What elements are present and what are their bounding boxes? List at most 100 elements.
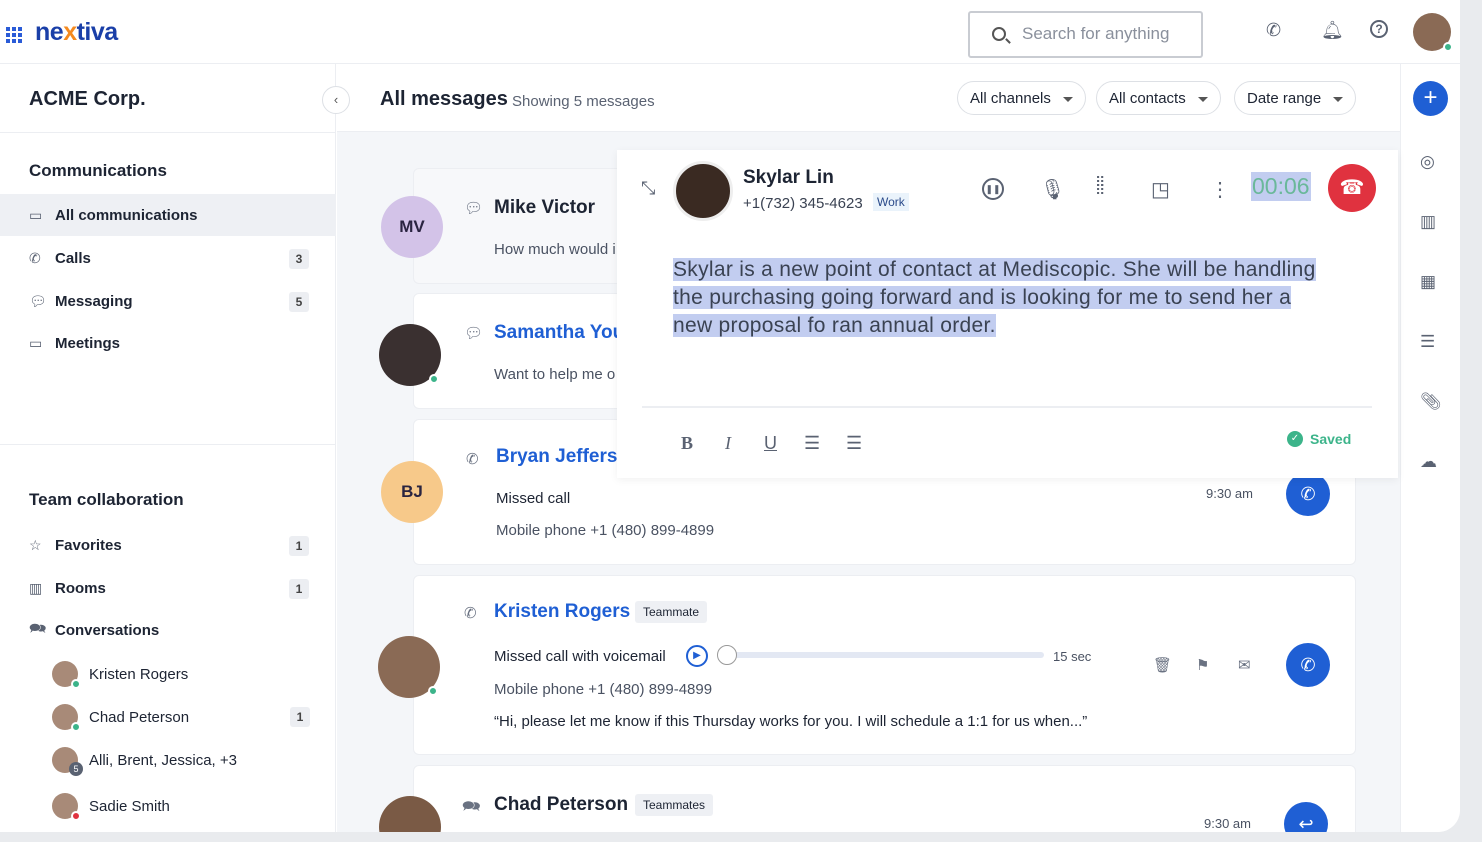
checklist-icon[interactable]: ☰ xyxy=(1420,332,1435,352)
conversations-icon: 🗪︎ xyxy=(462,798,481,815)
phone-icon: ✆ xyxy=(466,451,479,468)
collapse-sidebar-button[interactable]: ‹ xyxy=(322,86,350,114)
mark-read-icon[interactable]: ✉ xyxy=(1238,656,1251,674)
phone-icon: ✆ xyxy=(29,249,41,266)
hang-up-button[interactable]: ☎ xyxy=(1328,164,1376,212)
contact-icon[interactable]: ◎ xyxy=(1420,152,1435,172)
caller-avatar xyxy=(673,161,733,221)
message-card[interactable]: ✆ Kristen Rogers Teammate Missed call wi… xyxy=(413,575,1356,755)
date-range-filter[interactable]: Date range xyxy=(1234,81,1357,115)
message-preview: How much would i xyxy=(494,241,616,258)
contacts-filter[interactable]: All contacts xyxy=(1096,81,1221,115)
conversations-icon: 🗪︎ xyxy=(29,620,47,636)
user-avatar[interactable] xyxy=(1413,13,1453,52)
contact-name[interactable]: Kristen Rogers xyxy=(494,601,630,623)
active-call-panel: ⤡ Skylar Lin +1(732) 345-4623 Work ❚❚ 🎙︎… xyxy=(617,150,1398,478)
contact-name[interactable]: Chad Peterson xyxy=(494,794,628,816)
saved-status: Saved xyxy=(1310,431,1352,447)
italic-button[interactable]: I xyxy=(725,433,731,454)
flag-icon[interactable]: ⚑ xyxy=(1196,656,1209,674)
call-back-button[interactable]: ✆ xyxy=(1286,643,1330,687)
inbox-icon: ▭ xyxy=(29,206,43,223)
chat-icon: 💬︎ xyxy=(464,325,484,342)
call-timer: 00:06 xyxy=(1251,172,1311,201)
building-icon: ▥ xyxy=(29,579,43,596)
attachment-icon[interactable]: 📎︎ xyxy=(1420,392,1442,412)
sidebar-item-messaging[interactable]: 💬︎ Messaging 5 xyxy=(0,280,336,322)
phone-detail: Mobile phone +1 (480) 899-4899 xyxy=(496,522,715,539)
chat-icon: 💬︎ xyxy=(464,200,484,217)
more-options-button[interactable]: ⋮ xyxy=(1210,177,1230,202)
sidebar-item-meetings[interactable]: ▭ Meetings xyxy=(0,322,336,364)
caller-phone: +1(732) 345-4623 xyxy=(743,195,863,212)
trash-icon[interactable]: 🗑︎ xyxy=(1153,656,1172,674)
divider xyxy=(642,406,1372,408)
minimize-icon[interactable]: ⤡ xyxy=(641,178,655,199)
star-icon: ☆ xyxy=(29,536,42,553)
message-card[interactable]: 🗪︎ Chad Peterson Teammates 9:30 am ↩ xyxy=(413,765,1356,832)
play-voicemail-button[interactable]: ▶ xyxy=(686,645,708,667)
mute-button[interactable]: 🎙︎ xyxy=(1040,177,1065,202)
conversation-sadie-smith[interactable]: Sadie Smith xyxy=(52,793,170,821)
avatar xyxy=(378,636,440,698)
avatar xyxy=(52,793,81,821)
bold-button[interactable]: B xyxy=(681,433,693,454)
help-icon[interactable]: ? xyxy=(1370,20,1388,38)
message-preview: Want to help me o xyxy=(494,366,616,383)
avatar: MV xyxy=(381,196,443,258)
notes-button[interactable]: ◳ xyxy=(1151,177,1170,202)
add-button[interactable]: + xyxy=(1413,81,1448,116)
conversation-chad-peterson[interactable]: Chad Peterson 1 xyxy=(52,704,310,732)
phone-icon: ✆ xyxy=(464,605,477,622)
calendar-icon[interactable]: ▦ xyxy=(1420,272,1436,292)
timestamp: 9:30 am xyxy=(1206,486,1253,501)
message-count: Showing 5 messages xyxy=(512,93,655,110)
sidebar-item-conversations[interactable]: 🗪︎ Conversations xyxy=(0,609,336,651)
conversation-kristen-rogers[interactable]: Kristen Rogers xyxy=(52,661,188,689)
sidebar-item-favorites[interactable]: ☆ Favorites 1 xyxy=(0,524,336,566)
check-icon: ✓ xyxy=(1287,431,1303,447)
contact-name[interactable]: Bryan Jefferso xyxy=(496,446,629,468)
voicemail-progress-slider[interactable] xyxy=(717,645,1044,665)
tag-badge: Teammates xyxy=(635,794,714,816)
voicemail-duration: 15 sec xyxy=(1053,649,1092,664)
caller-name: Skylar Lin xyxy=(743,167,834,188)
contact-name[interactable]: Mike Victor xyxy=(494,197,595,219)
avatar: 5 xyxy=(52,747,83,776)
avatar xyxy=(379,324,441,386)
chat-icon: 💬︎ xyxy=(29,292,47,309)
page-title: All messages xyxy=(380,88,508,110)
sidebar-item-rooms[interactable]: ▥ Rooms 1 xyxy=(0,567,336,609)
messages-header: All messages Showing 5 messages All chan… xyxy=(337,64,1400,132)
sidebar-item-calls[interactable]: ✆ Calls 3 xyxy=(0,237,336,279)
call-notes-editor[interactable]: Skylar is a new point of contact at Medi… xyxy=(673,256,1323,340)
hold-button[interactable]: ❚❚ xyxy=(982,178,1004,200)
building-icon[interactable]: ▥ xyxy=(1420,212,1436,232)
avatar xyxy=(52,704,81,732)
avatar xyxy=(52,661,81,689)
bell-icon[interactable]: 🔔︎ xyxy=(1321,20,1344,41)
communications-heading: Communications xyxy=(29,161,167,180)
app-launcher-icon[interactable] xyxy=(6,27,22,43)
dialpad-button[interactable]: ⠿ ⠿ xyxy=(1095,175,1106,197)
underline-button[interactable]: U xyxy=(764,433,777,454)
top-bar: nextiva Search for anything ✆ 🔔︎ ? xyxy=(0,0,1460,64)
call-status: Missed call xyxy=(496,490,571,507)
sidebar: ACME Corp. ‹ Communications ▭ All communi… xyxy=(0,64,350,832)
numbered-list-icon[interactable]: ☰ xyxy=(846,433,862,454)
timestamp: 9:30 am xyxy=(1204,816,1251,831)
call-status: Missed call with voicemail xyxy=(494,648,666,665)
conversation-group[interactable]: 5 Alli, Brent, Jessica, +3 xyxy=(52,747,237,776)
channels-filter[interactable]: All channels xyxy=(957,81,1086,115)
bullet-list-icon[interactable]: ☰ xyxy=(804,433,820,454)
search-input[interactable]: Search for anything xyxy=(968,11,1203,58)
voicemail-transcript: “Hi, please let me know if this Thursday… xyxy=(494,713,1088,730)
cloud-icon[interactable]: ☁ xyxy=(1420,452,1437,472)
phone-icon[interactable]: ✆ xyxy=(1266,20,1281,41)
contact-name[interactable]: Samantha You xyxy=(494,322,624,344)
call-back-button[interactable]: ✆ xyxy=(1286,472,1330,516)
avatar: BJ xyxy=(381,461,443,523)
reply-button[interactable]: ↩ xyxy=(1284,802,1328,832)
video-icon: ▭ xyxy=(29,334,43,351)
sidebar-item-all-communications[interactable]: ▭ All communications xyxy=(0,194,336,236)
